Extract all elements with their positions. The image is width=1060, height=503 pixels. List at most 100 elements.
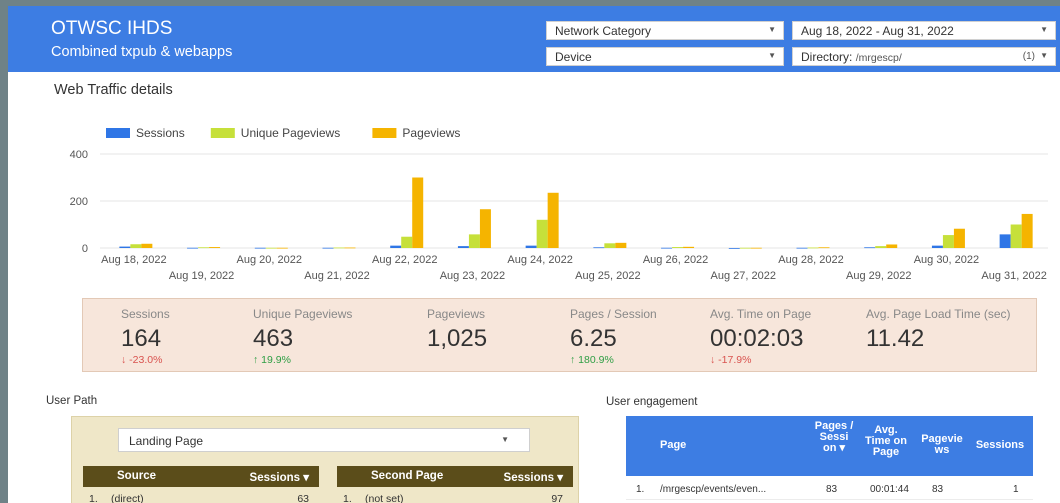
bar-pageviews[interactable]: [276, 247, 288, 249]
network-category-label: Network Category: [555, 24, 652, 38]
chart-grid: 0 200 400: [70, 149, 1048, 255]
directory-filter[interactable]: Directory: /mrgescp/ (1) ▼: [792, 47, 1056, 66]
bar-unique-pageviews[interactable]: [130, 244, 142, 248]
bar-pageviews[interactable]: [547, 192, 559, 248]
bar-unique-pageviews[interactable]: [198, 247, 210, 249]
avg-time-cell: 00:01:44: [870, 484, 909, 495]
bar-sessions[interactable]: [119, 246, 131, 248]
second-page-column-header[interactable]: Second Page: [371, 470, 443, 482]
bar-unique-pageviews[interactable]: [875, 246, 887, 248]
bar-unique-pageviews[interactable]: [333, 247, 345, 249]
bar-unique-pageviews[interactable]: [604, 243, 616, 248]
bar-sessions[interactable]: [796, 247, 808, 249]
chevron-down-icon: ▼: [768, 51, 776, 60]
bar-unique-pageviews[interactable]: [468, 234, 480, 248]
row-number: 1.: [636, 484, 645, 495]
bar-unique-pageviews[interactable]: [1010, 224, 1022, 249]
second-page-cell: (not set): [365, 493, 404, 503]
landing-page-select[interactable]: Landing Page ▼: [118, 428, 530, 452]
kpi-value: 00:02:03: [710, 325, 804, 352]
source-column-header[interactable]: Source: [117, 470, 156, 482]
bar-sessions[interactable]: [254, 247, 266, 249]
device-label: Device: [555, 50, 592, 64]
y-tick-label: 200: [70, 196, 88, 208]
bar-pageviews[interactable]: [479, 209, 491, 248]
bar-sessions[interactable]: [661, 247, 673, 249]
bar-pageviews[interactable]: [344, 247, 356, 249]
legend-label[interactable]: Sessions: [136, 126, 185, 140]
date-range-picker[interactable]: Aug 18, 2022 - Aug 31, 2022 ▼: [792, 21, 1056, 40]
bar-unique-pageviews[interactable]: [265, 247, 277, 249]
bar-sessions[interactable]: [187, 247, 199, 249]
chart-bars: [119, 177, 1033, 249]
avg-time-column-header[interactable]: Avg. Time on Page: [862, 425, 910, 458]
kpi-value: 11.42: [866, 325, 925, 352]
bar-pageviews[interactable]: [412, 177, 424, 249]
bar-pageviews[interactable]: [953, 228, 965, 248]
sessions-sort-header[interactable]: Sessions ▾: [250, 470, 309, 484]
second-page-table-header: Second Page Sessions ▾: [337, 466, 573, 487]
row-number: 1.: [343, 493, 352, 503]
bar-sessions[interactable]: [525, 245, 537, 248]
kpi-change: ↓ -17.9%: [710, 354, 752, 366]
sessions-column-header[interactable]: Sessions: [972, 440, 1028, 451]
table-row[interactable]: 1. (direct) 63: [83, 490, 319, 503]
pageviews-cell: 83: [932, 484, 944, 495]
bar-unique-pageviews[interactable]: [942, 235, 954, 248]
legend-label[interactable]: Pageviews: [402, 126, 460, 140]
table-row[interactable]: 1. (not set) 97: [337, 490, 573, 503]
legend-swatch: [372, 128, 397, 138]
source-cell: (direct): [111, 493, 144, 503]
x-tick-label: Aug 24, 2022: [507, 254, 572, 266]
kpi-change: ↑ 180.9%: [570, 354, 614, 366]
landing-page-label: Landing Page: [129, 434, 204, 448]
kpi-value: 463: [253, 325, 294, 352]
directory-value: /mrgescp/: [855, 52, 902, 64]
bar-sessions[interactable]: [593, 247, 605, 249]
device-filter[interactable]: Device ▼: [546, 47, 784, 66]
bar-unique-pageviews[interactable]: [672, 247, 684, 248]
network-category-filter[interactable]: Network Category ▼: [546, 21, 784, 40]
bar-unique-pageviews[interactable]: [739, 247, 751, 249]
bar-pageviews[interactable]: [209, 247, 221, 248]
x-tick-label: Aug 30, 2022: [914, 254, 979, 266]
x-tick-label: Aug 26, 2022: [643, 254, 708, 266]
kpi-label: Avg. Time on Page: [710, 307, 812, 321]
bar-sessions[interactable]: [864, 247, 876, 249]
bar-pageviews[interactable]: [818, 247, 830, 249]
bar-pageviews[interactable]: [886, 244, 898, 248]
sessions-cell: 97: [551, 493, 563, 503]
bar-pageviews[interactable]: [683, 246, 695, 248]
bar-sessions[interactable]: [931, 245, 943, 248]
pageviews-column-header[interactable]: Pagevie ws: [916, 434, 968, 456]
y-tick-label: 400: [70, 149, 88, 161]
bar-sessions[interactable]: [322, 247, 334, 249]
bar-unique-pageviews[interactable]: [536, 219, 548, 248]
x-tick-label: Aug 25, 2022: [575, 270, 640, 282]
pages-session-column-header[interactable]: Pages / Sessi on ▾: [814, 421, 854, 454]
bar-pageviews[interactable]: [615, 242, 627, 248]
pages-session-cell: 83: [826, 484, 838, 495]
bar-pageviews[interactable]: [141, 243, 153, 248]
bar-sessions[interactable]: [457, 246, 469, 248]
bar-unique-pageviews[interactable]: [807, 247, 819, 249]
bar-sessions[interactable]: [728, 248, 740, 249]
legend-label[interactable]: Unique Pageviews: [241, 126, 340, 140]
page-cell: /mrgescp/events/even...: [660, 484, 767, 495]
chevron-down-icon: ▼: [1040, 51, 1048, 60]
bar-pageviews[interactable]: [1021, 213, 1033, 248]
row-number: 1.: [89, 493, 98, 503]
bar-sessions[interactable]: [999, 234, 1011, 248]
kpi-label: Pages / Session: [570, 307, 657, 321]
kpi-change: ↑ 19.9%: [253, 354, 291, 366]
sessions-sort-header[interactable]: Sessions ▾: [504, 470, 563, 484]
table-row[interactable]: 1. /mrgescp/events/even... 83 00:01:44 8…: [626, 478, 1033, 500]
bar-sessions[interactable]: [390, 245, 402, 248]
chart-x-axis: Aug 18, 2022Aug 19, 2022Aug 20, 2022Aug …: [101, 254, 1047, 282]
chevron-down-icon: ▼: [1040, 25, 1048, 34]
bar-pageviews[interactable]: [750, 247, 762, 249]
page-column-header[interactable]: Page: [660, 440, 720, 451]
bar-unique-pageviews[interactable]: [401, 236, 413, 248]
directory-count: (1): [1022, 51, 1035, 62]
legend-swatch: [106, 128, 130, 138]
